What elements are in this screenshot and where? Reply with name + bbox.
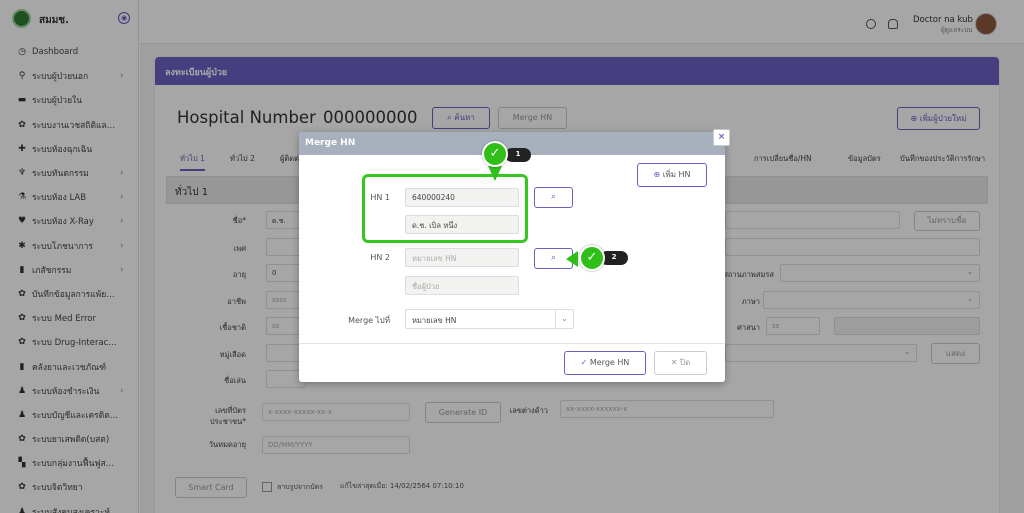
modal-divider	[299, 343, 725, 344]
modal-close-button[interactable]: ×	[713, 129, 730, 146]
highlight-box	[362, 174, 528, 243]
hn2-field[interactable]: หมายเลข HN	[405, 248, 519, 267]
hn1-search-button[interactable]: ⌕	[534, 187, 573, 208]
chevron-down-icon: ⌄	[555, 310, 573, 328]
check-icon: ✓	[579, 245, 605, 271]
add-hn-button[interactable]: ⊕ เพิ่ม HN	[637, 163, 707, 187]
merge-to-label: Merge ไปที่	[348, 316, 390, 325]
app-root: สมมช. ◉ ◷ Dashboard ⚲ ระบบผู้ป่วยนอก › ▬ ระบบผ…	[0, 0, 1024, 513]
add-hn-plus-icon: ⊕	[653, 170, 661, 179]
step-1-number: 1	[505, 148, 531, 162]
check-icon: ✓	[482, 141, 508, 167]
check-circle-icon: ✓	[580, 358, 588, 367]
hn2-label: HN 2	[370, 253, 390, 262]
hn2-name-field: ชื่อผู้ป่วย	[405, 276, 519, 295]
cancel-x-icon: ✕	[670, 358, 678, 367]
merge-submit-label: Merge HN	[589, 358, 630, 367]
hn2-search-icon: ⌕	[550, 253, 557, 263]
add-hn-label: เพิ่ม HN	[662, 170, 691, 179]
merge-to-value: หมายเลข HN	[412, 316, 457, 325]
modal-cancel-button[interactable]: ✕ ปิด	[654, 351, 707, 375]
hn2-search-button[interactable]: ⌕	[534, 248, 573, 269]
merge-to-select[interactable]: หมายเลข HN ⌄	[405, 309, 574, 329]
hn1-search-icon: ⌕	[550, 192, 557, 202]
merge-hn-submit-button[interactable]: ✓ Merge HN	[564, 351, 646, 375]
cancel-label: ปิด	[679, 358, 691, 367]
